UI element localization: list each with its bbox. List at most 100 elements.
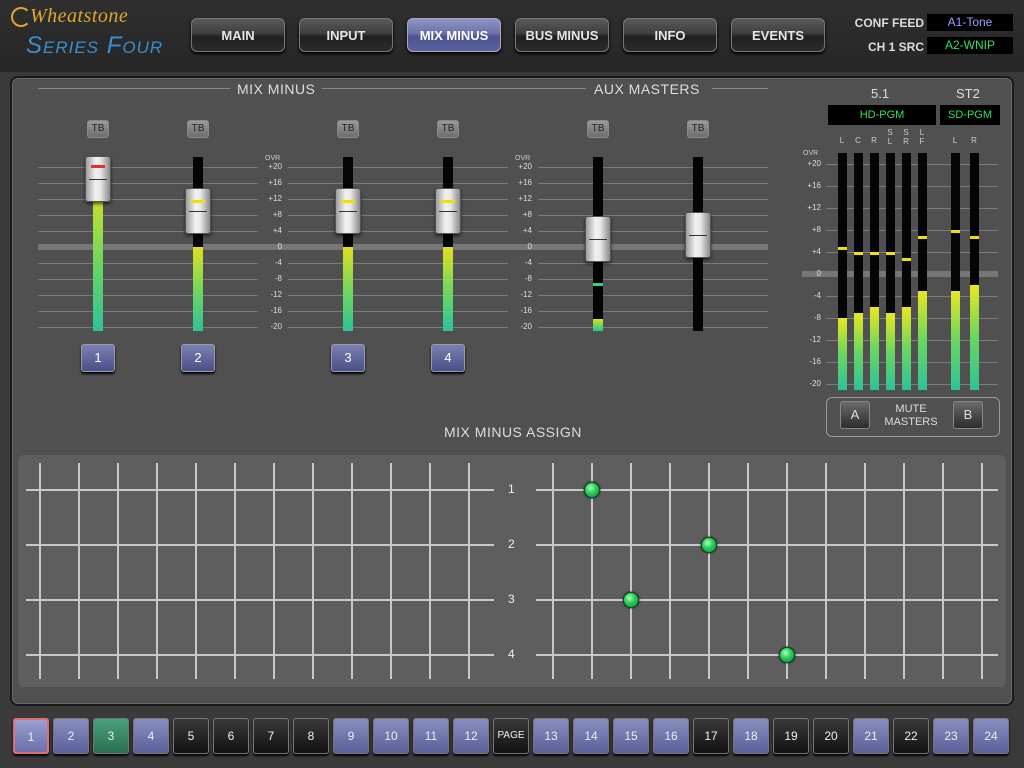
conf-feed-value[interactable]: A1-Tone — [927, 14, 1013, 31]
assign-crosspoint[interactable] — [931, 478, 955, 502]
assign-crosspoint[interactable] — [67, 643, 91, 667]
assign-crosspoint[interactable] — [418, 533, 442, 557]
assign-crosspoint[interactable] — [775, 478, 799, 502]
assign-crosspoint[interactable] — [418, 643, 442, 667]
aux-talkback-button-2[interactable]: TB — [687, 120, 709, 138]
assign-crosspoint[interactable] — [106, 478, 130, 502]
assign-crosspoint[interactable] — [379, 588, 403, 612]
mute-b-button[interactable]: B — [953, 401, 983, 429]
channel-page-button-6[interactable]: 6 — [213, 718, 249, 754]
source-51-field[interactable]: HD-PGM — [828, 105, 936, 125]
fader-knob-4[interactable] — [435, 188, 461, 234]
assign-crosspoint[interactable] — [931, 643, 955, 667]
assign-crosspoint[interactable] — [541, 588, 565, 612]
talkback-button-2[interactable]: TB — [187, 120, 209, 138]
nav-tab-bus-minus[interactable]: BUS MINUS — [515, 18, 609, 52]
assign-crosspoint[interactable] — [970, 643, 994, 667]
assign-crosspoint[interactable] — [457, 588, 481, 612]
assign-dot[interactable] — [701, 537, 717, 553]
assign-crosspoint[interactable] — [262, 588, 286, 612]
channel-page-button-10[interactable]: 10 — [373, 718, 409, 754]
assign-crosspoint[interactable] — [67, 588, 91, 612]
assign-crosspoint[interactable] — [697, 478, 721, 502]
assign-crosspoint[interactable] — [970, 533, 994, 557]
assign-crosspoint[interactable] — [658, 643, 682, 667]
assign-crosspoint[interactable] — [262, 643, 286, 667]
channel-page-button-16[interactable]: 16 — [653, 718, 689, 754]
channel-page-button-9[interactable]: 9 — [333, 718, 369, 754]
assign-crosspoint[interactable] — [619, 533, 643, 557]
assign-crosspoint[interactable] — [28, 533, 52, 557]
assign-crosspoint[interactable] — [223, 533, 247, 557]
assign-crosspoint[interactable] — [418, 478, 442, 502]
assign-crosspoint[interactable] — [28, 643, 52, 667]
mix-minus-select-4[interactable]: 4 — [431, 344, 465, 372]
channel-page-button-14[interactable]: 14 — [573, 718, 609, 754]
assign-dot[interactable] — [779, 647, 795, 663]
assign-crosspoint[interactable] — [892, 533, 916, 557]
assign-crosspoint[interactable] — [658, 588, 682, 612]
page-toggle-button[interactable]: PAGE — [493, 718, 529, 754]
mix-minus-select-1[interactable]: 1 — [81, 344, 115, 372]
aux-fader-knob-1[interactable] — [585, 216, 611, 262]
assign-crosspoint[interactable] — [184, 588, 208, 612]
assign-crosspoint[interactable] — [892, 588, 916, 612]
mute-a-button[interactable]: A — [840, 401, 870, 429]
assign-crosspoint[interactable] — [580, 533, 604, 557]
assign-crosspoint[interactable] — [379, 643, 403, 667]
assign-crosspoint[interactable] — [814, 643, 838, 667]
assign-crosspoint[interactable] — [28, 588, 52, 612]
assign-crosspoint[interactable] — [541, 533, 565, 557]
channel-page-button-3[interactable]: 3 — [93, 718, 129, 754]
assign-crosspoint[interactable] — [736, 533, 760, 557]
assign-crosspoint[interactable] — [301, 588, 325, 612]
assign-crosspoint[interactable] — [262, 533, 286, 557]
assign-crosspoint[interactable] — [28, 478, 52, 502]
fader-knob-3[interactable] — [335, 188, 361, 234]
channel-page-button-7[interactable]: 7 — [253, 718, 289, 754]
assign-crosspoint[interactable] — [892, 478, 916, 502]
assign-crosspoint[interactable] — [223, 588, 247, 612]
channel-page-button-18[interactable]: 18 — [733, 718, 769, 754]
assign-crosspoint[interactable] — [301, 478, 325, 502]
assign-crosspoint[interactable] — [736, 643, 760, 667]
assign-crosspoint[interactable] — [145, 588, 169, 612]
assign-crosspoint[interactable] — [184, 643, 208, 667]
channel-page-button-13[interactable]: 13 — [533, 718, 569, 754]
assign-dot[interactable] — [584, 482, 600, 498]
channel-page-button-24[interactable]: 24 — [973, 718, 1009, 754]
assign-crosspoint[interactable] — [223, 478, 247, 502]
assign-crosspoint[interactable] — [931, 533, 955, 557]
talkback-button-4[interactable]: TB — [437, 120, 459, 138]
channel-page-button-4[interactable]: 4 — [133, 718, 169, 754]
assign-crosspoint[interactable] — [106, 643, 130, 667]
source-st2-field[interactable]: SD-PGM — [940, 105, 1000, 125]
assign-crosspoint[interactable] — [457, 533, 481, 557]
assign-dot[interactable] — [623, 592, 639, 608]
assign-crosspoint[interactable] — [106, 588, 130, 612]
assign-crosspoint[interactable] — [970, 478, 994, 502]
channel-page-button-21[interactable]: 21 — [853, 718, 889, 754]
assign-crosspoint[interactable] — [697, 588, 721, 612]
assign-crosspoint[interactable] — [580, 588, 604, 612]
aux-talkback-button-1[interactable]: TB — [587, 120, 609, 138]
mix-minus-select-3[interactable]: 3 — [331, 344, 365, 372]
assign-crosspoint[interactable] — [184, 478, 208, 502]
nav-tab-mix-minus[interactable]: MIX MINUS — [407, 18, 501, 52]
channel-page-button-17[interactable]: 17 — [693, 718, 729, 754]
nav-tab-main[interactable]: MAIN — [191, 18, 285, 52]
talkback-button-3[interactable]: TB — [337, 120, 359, 138]
assign-crosspoint[interactable] — [418, 588, 442, 612]
talkback-button-1[interactable]: TB — [87, 120, 109, 138]
assign-crosspoint[interactable] — [775, 588, 799, 612]
assign-crosspoint[interactable] — [379, 533, 403, 557]
assign-crosspoint[interactable] — [970, 588, 994, 612]
channel-page-button-12[interactable]: 12 — [453, 718, 489, 754]
assign-crosspoint[interactable] — [340, 478, 364, 502]
assign-crosspoint[interactable] — [736, 588, 760, 612]
ch1-src-value[interactable]: A2-WNIP — [927, 37, 1013, 54]
assign-crosspoint[interactable] — [379, 478, 403, 502]
nav-tab-events[interactable]: EVENTS — [731, 18, 825, 52]
assign-crosspoint[interactable] — [580, 643, 604, 667]
assign-crosspoint[interactable] — [145, 533, 169, 557]
